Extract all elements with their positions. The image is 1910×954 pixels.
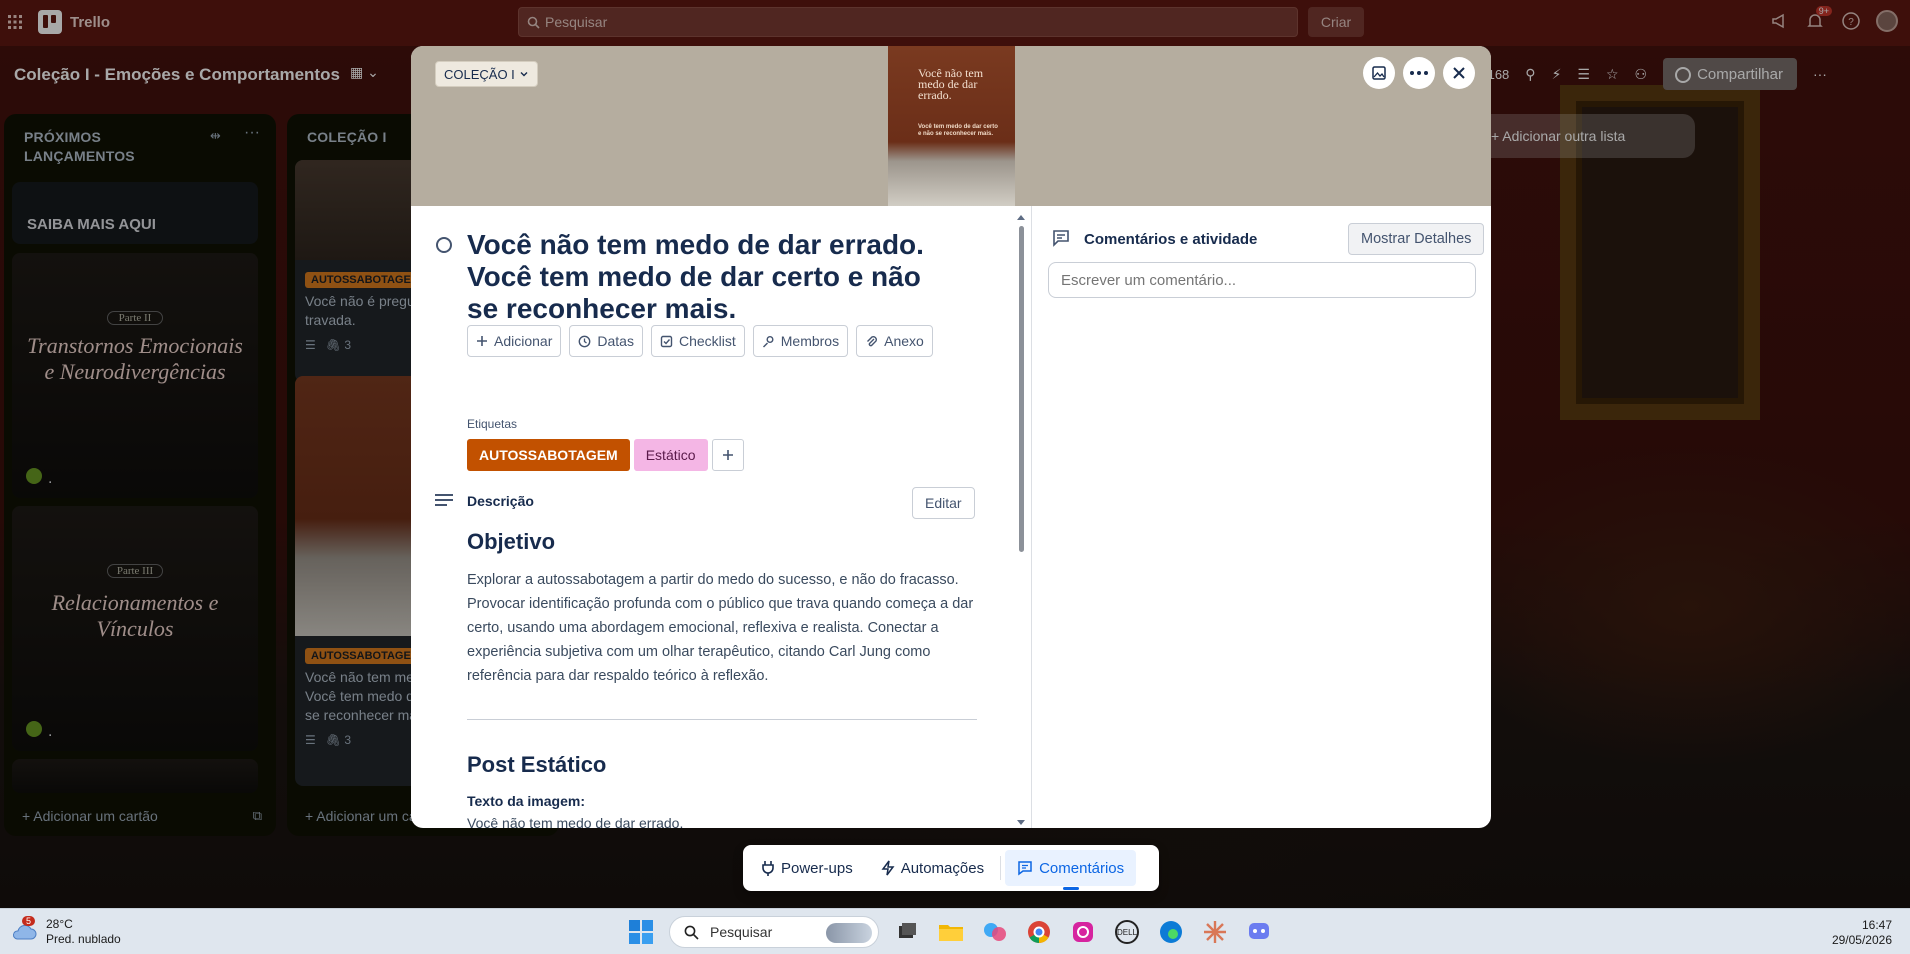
checklist-button[interactable]: Checklist [650, 325, 745, 357]
clock-icon [578, 335, 591, 347]
edit-description-button[interactable]: Editar [912, 487, 975, 519]
label-estatico[interactable]: Estático [633, 439, 708, 471]
card-main-column: Você não tem medo de dar errado. Você te… [411, 206, 1024, 828]
plus-icon [477, 336, 487, 346]
dates-button[interactable]: Datas [569, 325, 643, 357]
taskbar-apps: Pesquisar DELL [625, 916, 1275, 948]
cover-image-button[interactable] [1363, 57, 1395, 89]
task-view-icon[interactable] [891, 916, 923, 948]
automations-label: Automações [900, 859, 985, 877]
comments-panel: Comentários e atividade Mostrar Detalhes [1031, 206, 1491, 828]
card-title[interactable]: Você não tem medo de dar errado. Você te… [467, 229, 947, 325]
description-paragraph: Explorar a autossabotagem a partir do me… [467, 572, 974, 684]
attachment-button-label: Anexo [884, 333, 924, 349]
taskbar-search-placeholder: Pesquisar [710, 924, 773, 940]
add-label-button[interactable] [711, 439, 744, 471]
plug-icon [762, 861, 774, 876]
description-heading: Descrição [467, 493, 534, 509]
windows-taskbar: 5 28°C Pred. nublado Pesquisar DELL 16:4… [0, 908, 1910, 954]
cover-image: Você não tem medo de dar errado. Você te… [888, 46, 1015, 206]
list-selector-button[interactable]: COLEÇÃO I [435, 61, 538, 87]
complete-card-checkbox[interactable] [436, 237, 452, 253]
weather-alert-badge: 5 [22, 916, 36, 926]
person-icon [762, 335, 774, 347]
image-text-value: Você não tem medo de dar errado. [467, 815, 684, 828]
image-text-label: Texto da imagem: [467, 793, 585, 809]
cover-headline: Você não tem medo de dar errado. [918, 66, 984, 102]
search-highlight-image [826, 923, 872, 943]
add-button-label: Adicionar [494, 333, 553, 349]
add-button[interactable]: Adicionar [467, 325, 562, 357]
paperclip-icon [867, 335, 878, 346]
cover-subline: Você tem medo de dar certo e não se reco… [918, 124, 998, 137]
card-detail-modal: Você não tem medo de dar errado. Você te… [411, 46, 1491, 828]
checklist-button-label: Checklist [678, 333, 736, 349]
lightning-icon [881, 860, 895, 876]
description-heading-post: Post Estático [467, 752, 607, 777]
show-details-button[interactable]: Mostrar Detalhes [1348, 223, 1485, 255]
attachment-button[interactable]: Anexo [856, 325, 933, 357]
comments-toggle-label: Comentários [1039, 859, 1125, 877]
card-cover: Você não tem medo de dar errado. Você te… [411, 46, 1491, 206]
weather-temperature: 28°C [46, 917, 73, 931]
image-icon [1372, 66, 1386, 80]
chrome-icon[interactable] [1023, 916, 1055, 948]
labels-row: AUTOSSABOTAGEM Estático [467, 439, 744, 471]
weather-widget[interactable]: 5 28°C Pred. nublado [10, 916, 121, 947]
labels-heading: Etiquetas [467, 417, 518, 431]
chevron-down-icon [520, 72, 528, 77]
close-modal-button[interactable] [1443, 57, 1475, 89]
system-clock[interactable]: 16:47 29/05/2026 [1832, 918, 1892, 948]
powerups-button[interactable]: Power-ups [749, 850, 865, 886]
weather-description: Pred. nublado [46, 932, 121, 946]
chat-app-icon[interactable] [1243, 916, 1275, 948]
plus-icon [722, 450, 733, 460]
dates-button-label: Datas [597, 333, 634, 349]
taskbar-search[interactable]: Pesquisar [669, 916, 879, 948]
ellipsis-icon [1410, 71, 1428, 75]
clock-date: 29/05/2026 [1831, 933, 1892, 947]
automations-button[interactable]: Automações [869, 850, 996, 886]
description-divider [467, 719, 977, 720]
dell-icon[interactable]: DELL [1111, 916, 1143, 948]
description-icon [435, 494, 453, 506]
windows-start-icon[interactable] [625, 916, 657, 948]
list-selector-label: COLEÇÃO I [444, 66, 515, 82]
edge-icon[interactable] [1155, 916, 1187, 948]
scroll-up-arrow-icon[interactable] [1017, 214, 1025, 220]
comment-icon [1053, 230, 1069, 247]
more-actions-button[interactable] [1403, 57, 1435, 89]
file-explorer-icon[interactable] [935, 916, 967, 948]
comment-icon [1018, 861, 1032, 876]
powerups-label: Power-ups [781, 859, 853, 877]
comment-input[interactable] [1048, 262, 1476, 298]
scroll-down-arrow-icon[interactable] [1017, 820, 1025, 826]
members-button[interactable]: Membros [752, 325, 849, 357]
card-action-buttons: Adicionar Datas Checklist Membros Anexo [467, 325, 933, 357]
card-floating-toolbar: Power-ups Automações Comentários [743, 845, 1159, 891]
comments-heading: Comentários e atividade [1084, 231, 1258, 248]
cloud-icon: 5 [10, 916, 38, 946]
clock-time: 16:47 [1861, 918, 1892, 932]
copilot-icon[interactable] [979, 916, 1011, 948]
toolbar-separator [1000, 856, 1002, 880]
claude-icon[interactable] [1199, 916, 1231, 948]
description-heading-objetivo: Objetivo [467, 529, 556, 554]
instagram-icon[interactable] [1067, 916, 1099, 948]
checkbox-icon [660, 335, 673, 347]
svg-text:DELL: DELL [1117, 928, 1138, 937]
label-autossabotagem[interactable]: AUTOSSABOTAGEM [467, 439, 630, 471]
scrollbar-thumb[interactable] [1019, 226, 1024, 552]
search-icon [684, 925, 699, 940]
close-icon [1453, 67, 1465, 79]
comments-toggle-button[interactable]: Comentários [1005, 850, 1137, 886]
members-button-label: Membros [780, 333, 840, 349]
